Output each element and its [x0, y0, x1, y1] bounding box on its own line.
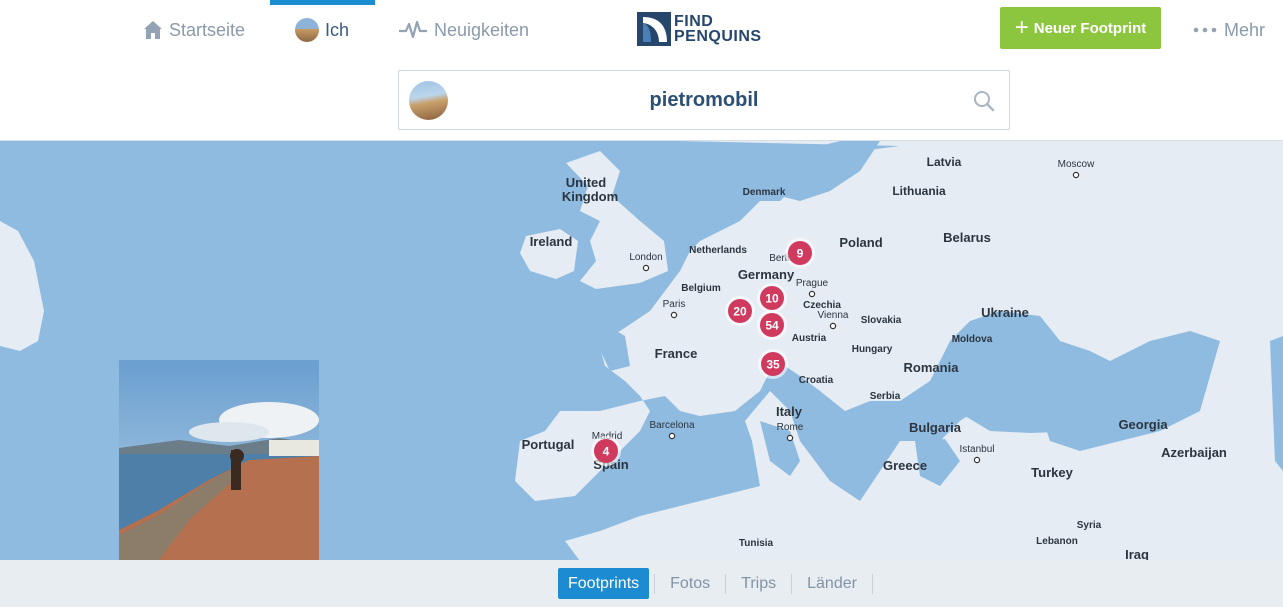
map-cluster-count: 35 — [766, 358, 780, 372]
avatar — [295, 18, 319, 42]
tab-separator — [725, 573, 727, 594]
map-country-label: Netherlands — [689, 245, 747, 256]
map-country-label: Poland — [839, 235, 882, 250]
plus-icon: + — [1014, 14, 1029, 41]
nav-news-label: Neuigkeiten — [434, 19, 530, 40]
map-city-label: London — [629, 252, 662, 263]
tab-separator — [654, 573, 656, 594]
nav-home-label: Startseite — [169, 19, 246, 40]
map-country-label: Georgia — [1118, 417, 1168, 432]
nav-me-label: Ich — [325, 19, 350, 40]
map-country-label: Serbia — [870, 391, 901, 402]
map-country-label: Moldova — [952, 334, 993, 345]
top-navigation: Startseite Ich Neuigkeiten FIND PENQUINS… — [0, 0, 1283, 60]
logo-line2: PENQUINS — [674, 28, 762, 45]
map-cluster-marker[interactable]: 54 — [757, 310, 787, 340]
activity-icon — [398, 20, 428, 40]
map-city-dot — [973, 456, 981, 464]
profile-username: pietromobil — [649, 89, 759, 111]
map-country-label: Azerbaijan — [1161, 445, 1227, 460]
nav-more-label: Mehr — [1224, 19, 1266, 40]
logo-line1: FIND — [674, 13, 714, 30]
tab-trips[interactable]: Trips — [731, 568, 786, 599]
map-cluster-count: 10 — [765, 292, 779, 306]
more-dots-icon — [1192, 26, 1218, 34]
map-country-label: Latvia — [927, 155, 962, 169]
map-city-dot — [1072, 171, 1080, 179]
map-country-label: Tunisia — [739, 538, 774, 549]
map-country-label: Ireland — [530, 234, 573, 249]
map-country-label: Italy — [776, 404, 803, 419]
profile-search-bar[interactable]: pietromobil — [398, 70, 1010, 130]
map-cluster-count: 20 — [733, 305, 747, 319]
map-country-label: Austria — [792, 333, 827, 344]
map-city-label: Barcelona — [649, 420, 694, 431]
tab-footprints[interactable]: Footprints — [558, 568, 650, 599]
tab-separator — [791, 573, 793, 594]
map-cluster-count: 4 — [603, 445, 610, 459]
map-cluster-marker[interactable]: 35 — [758, 349, 788, 379]
map-country-label: Turkey — [1031, 465, 1073, 480]
map-country-label: Lebanon — [1036, 536, 1078, 547]
map-country-label: Hungary — [852, 344, 893, 355]
nav-news[interactable]: Neuigkeiten — [398, 0, 529, 60]
map-city-dot — [670, 311, 678, 319]
map-city-label: Prague — [796, 278, 829, 289]
map-country-label: France — [655, 346, 698, 361]
map-city-dot — [668, 432, 676, 440]
penguin-logo-icon — [637, 12, 671, 46]
tab-fotos[interactable]: Fotos — [660, 568, 720, 599]
map-country-label: Slovakia — [861, 315, 902, 326]
map-country-label: Iraq — [1125, 547, 1149, 560]
map-country-label: Belarus — [943, 230, 991, 245]
home-icon — [143, 20, 163, 40]
logo[interactable]: FIND PENQUINS — [637, 11, 772, 47]
map-country-label: Portugal — [522, 437, 575, 452]
profile-tabs: Footprints Fotos Trips Länder — [558, 568, 878, 599]
tab-separator — [871, 573, 873, 594]
map-country-label: United — [566, 175, 607, 190]
map-country-label: Lithuania — [892, 184, 946, 198]
map-country-label: Kingdom — [562, 189, 618, 204]
map-country-label: Romania — [904, 360, 960, 375]
map-city-label: Moscow — [1058, 159, 1095, 170]
map-country-label: Croatia — [799, 375, 834, 386]
map-city-label: Vienna — [818, 310, 849, 321]
map-country-label: Belgium — [681, 283, 721, 294]
map-cluster-count: 9 — [797, 247, 804, 261]
map-cluster-marker[interactable]: 20 — [725, 296, 755, 326]
map-country-label: Greece — [883, 458, 927, 473]
map-cluster-marker[interactable]: 9 — [785, 238, 815, 268]
map-cluster-count: 54 — [765, 319, 779, 333]
search-icon[interactable] — [973, 90, 995, 117]
map-city-dot — [786, 434, 794, 442]
new-footprint-label: Neuer Footprint — [1033, 19, 1147, 37]
map-city-dot — [829, 322, 837, 330]
tab-länder[interactable]: Länder — [797, 568, 867, 599]
map-city-label: Rome — [777, 422, 804, 433]
nav-me[interactable]: Ich — [270, 0, 375, 60]
map-country-label: Germany — [738, 267, 795, 282]
map-city-label: Istanbul — [959, 444, 994, 455]
new-footprint-button[interactable]: + Neuer Footprint — [1000, 7, 1161, 49]
nav-more[interactable]: Mehr — [1192, 0, 1265, 60]
map-country-label: Bulgaria — [909, 420, 962, 435]
cover-photo[interactable] — [119, 360, 319, 560]
map-city-dot — [642, 264, 650, 272]
map-city-label: Paris — [663, 299, 686, 310]
active-indicator — [270, 0, 375, 5]
map-country-label: Ukraine — [981, 305, 1029, 320]
profile-tabs-bar: Footprints Fotos Trips Länder — [0, 560, 1283, 607]
nav-home[interactable]: Startseite — [143, 0, 245, 60]
map-cluster-marker[interactable]: 4 — [591, 436, 621, 466]
map-country-label: Syria — [1077, 520, 1102, 531]
map-country-label: Denmark — [743, 187, 786, 198]
map-cluster-marker[interactable]: 10 — [757, 283, 787, 313]
map-city-dot — [808, 290, 816, 298]
